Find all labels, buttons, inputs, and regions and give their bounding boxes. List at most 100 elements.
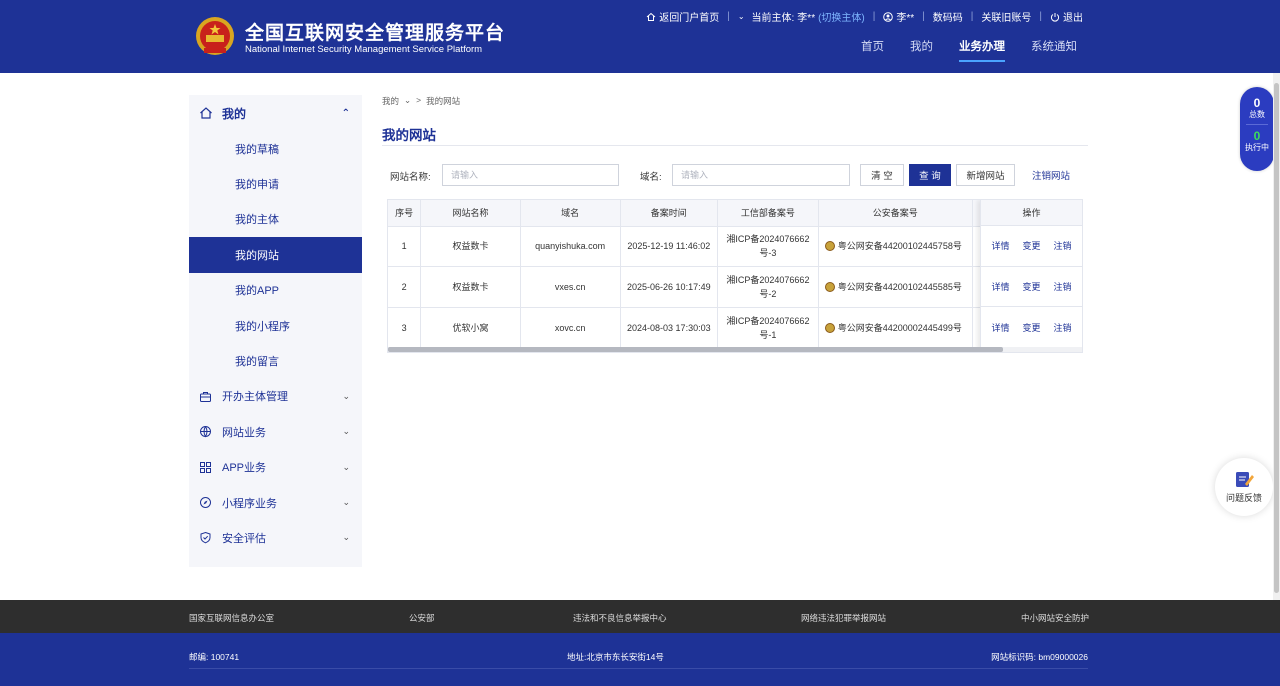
main-nav: 首页 我的 业务办理 系统通知 — [861, 38, 1077, 62]
breadcrumb: 我的 ⌄ > 我的网站 — [382, 95, 460, 107]
cell-name: 权益数卡 — [420, 226, 521, 268]
sidebar-item-miniprograms[interactable]: 我的小程序 — [189, 308, 362, 343]
cell-domain: vxes.cn — [520, 266, 621, 308]
horizontal-scrollbar[interactable] — [388, 347, 1082, 352]
chevron-down-icon: ⌄ — [342, 497, 350, 508]
cell-domain: quanyishuka.com — [520, 226, 621, 268]
table: 序号 网站名称 域名 备案时间 工信部备案号 公安备案号 1 权益数卡 quan… — [388, 200, 1082, 349]
nav-notifications[interactable]: 系统通知 — [1031, 38, 1077, 62]
clear-button[interactable]: 清 空 — [860, 164, 904, 186]
current-entity: ⌄ 当前主体: 李** (切换主体) — [738, 9, 865, 24]
divider: | — [872, 11, 876, 22]
footer-link[interactable]: 网络违法犯罪举报网站 — [801, 612, 886, 624]
change-link[interactable]: 变更 — [1022, 239, 1040, 252]
cell-no: 1 — [388, 226, 422, 268]
divider — [189, 668, 1088, 669]
cancel-website-button[interactable]: 注销网站 — [1024, 164, 1078, 186]
table-row: 3 优软小窝 xovc.cn 2024-08-03 17:30:03 湘ICP备… — [388, 307, 1082, 349]
sidebar-group-entity-management[interactable]: 开办主体管理 ⌄ — [189, 379, 362, 414]
sidebar-group-miniprogram-business[interactable]: 小程序业务 ⌄ — [189, 485, 362, 520]
detail-link[interactable]: 详情 — [991, 239, 1009, 252]
table-header-row: 序号 网站名称 域名 备案时间 工信部备案号 公安备案号 — [388, 200, 1082, 227]
cell-icp: 湘ICP备2024076662号-2 — [717, 266, 819, 308]
nav-business[interactable]: 业务办理 — [959, 38, 1005, 62]
user-menu[interactable]: 李** — [883, 9, 914, 24]
detail-link[interactable]: 详情 — [991, 280, 1009, 293]
change-link[interactable]: 变更 — [1022, 280, 1040, 293]
site-subtitle: National Internet Security Management Se… — [245, 44, 483, 55]
scrollbar-thumb[interactable] — [388, 347, 1003, 352]
footer-address: 地址:北京市东长安街14号 — [567, 652, 664, 662]
briefcase-icon — [200, 391, 211, 402]
footer-site-id: 网站标识码: bm09000026 — [991, 652, 1088, 662]
sidebar-group-app-business[interactable]: APP业务 ⌄ — [189, 450, 362, 485]
running-label: 执行中 — [1245, 143, 1269, 152]
column-header: 操作 — [981, 200, 1082, 226]
sidebar-group-website-business[interactable]: 网站业务 ⌄ — [189, 414, 362, 449]
vertical-scrollbar[interactable] — [1273, 73, 1280, 600]
digital-code-link[interactable]: 数码码 — [933, 9, 963, 24]
national-emblem-icon — [196, 17, 234, 55]
total-count: 0 — [1253, 96, 1261, 110]
user-icon — [883, 11, 894, 22]
task-counter[interactable]: 0 总数 0 执行中 — [1240, 87, 1274, 171]
add-website-button[interactable]: 新增网站 — [956, 164, 1015, 186]
divider: | — [970, 11, 974, 22]
row-actions: 详情 变更 注销 — [981, 267, 1082, 308]
website-name-label: 网站名称: — [390, 172, 431, 183]
row-actions: 详情 变更 注销 — [981, 307, 1082, 349]
switch-entity-link[interactable]: (切换主体) — [818, 9, 865, 24]
nav-mine[interactable]: 我的 — [910, 38, 933, 62]
operations-column: 操作 详情 变更 注销 详情 变更 注销 详情 变更 注销 — [980, 200, 1082, 350]
cell-psb: 粤公网安备44200102445758号 — [818, 226, 973, 268]
footer-link[interactable]: 国家互联网信息办公室 — [189, 612, 274, 624]
power-icon — [1050, 12, 1060, 22]
footer-info: 邮编: 100741 地址:北京市东长安街14号 网站标识码: bm090000… — [0, 633, 1280, 686]
footer-link[interactable]: 公安部 — [409, 612, 435, 624]
cancel-link[interactable]: 注销 — [1053, 239, 1071, 252]
breadcrumb-root[interactable]: 我的 — [382, 95, 399, 107]
feedback-button[interactable]: 问题反馈 — [1215, 458, 1273, 516]
website-name-input[interactable] — [442, 164, 619, 186]
sidebar-item-applications[interactable]: 我的申请 — [189, 166, 362, 201]
footer-postcode: 邮编: 100741 — [189, 652, 240, 662]
sidebar-section-mine[interactable]: 我的 ⌃ — [189, 95, 362, 131]
globe-icon — [200, 426, 211, 438]
domain-input[interactable] — [672, 164, 850, 186]
breadcrumb-current: 我的网站 — [426, 96, 461, 106]
footer-link[interactable]: 中小网站安全防护 — [1021, 612, 1089, 624]
column-header: 域名 — [520, 200, 621, 227]
sidebar-item-entities[interactable]: 我的主体 — [189, 202, 362, 237]
domain-label: 域名: — [640, 172, 662, 183]
nav-home[interactable]: 首页 — [861, 38, 884, 62]
footer-link[interactable]: 违法和不良信息举报中心 — [573, 612, 667, 624]
cell-no: 2 — [388, 266, 422, 308]
detail-link[interactable]: 详情 — [991, 321, 1009, 334]
home-icon — [200, 107, 212, 119]
cancel-link[interactable]: 注销 — [1053, 321, 1071, 334]
divider: | — [922, 11, 925, 22]
column-header: 网站名称 — [420, 200, 521, 227]
linked-account-link[interactable]: 关联旧账号 — [981, 9, 1031, 24]
logout-link[interactable]: 退出 — [1050, 9, 1083, 24]
cancel-link[interactable]: 注销 — [1053, 280, 1071, 293]
sidebar-item-drafts[interactable]: 我的草稿 — [189, 131, 362, 166]
top-utility-bar: 返回门户首页 | ⌄ 当前主体: 李** (切换主体) | 李** | 数码码 … — [646, 9, 1083, 24]
home-icon — [646, 12, 656, 21]
running-count: 0 — [1253, 129, 1261, 143]
query-button[interactable]: 查 询 — [909, 164, 951, 186]
chevron-down-icon: ⌄ — [737, 12, 745, 21]
sidebar: 我的 ⌃ 我的草稿 我的申请 我的主体 我的网站 我的APP 我的小程序 我的留… — [189, 95, 362, 567]
websites-table: 序号 网站名称 域名 备案时间 工信部备案号 公安备案号 1 权益数卡 quan… — [387, 199, 1083, 353]
row-actions: 详情 变更 注销 — [981, 226, 1082, 267]
return-portal-link[interactable]: 返回门户首页 — [646, 9, 719, 24]
compass-icon — [200, 497, 211, 509]
sidebar-group-security-assessment[interactable]: 安全评估 ⌄ — [189, 520, 362, 555]
cell-time: 2024-08-03 17:30:03 — [620, 307, 719, 349]
change-link[interactable]: 变更 — [1022, 321, 1040, 334]
feedback-label: 问题反馈 — [1225, 493, 1262, 503]
sidebar-item-apps[interactable]: 我的APP — [189, 273, 362, 308]
sidebar-item-messages[interactable]: 我的留言 — [189, 343, 362, 378]
sidebar-item-websites[interactable]: 我的网站 — [189, 237, 362, 273]
scrollbar-thumb[interactable] — [1274, 83, 1279, 593]
